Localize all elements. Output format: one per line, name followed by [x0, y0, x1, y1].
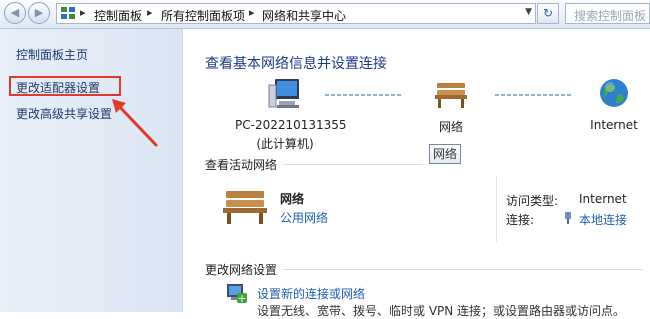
- ethernet-icon: [565, 212, 571, 224]
- control-panel-icon: [61, 7, 75, 19]
- computer-sub: (此计算机): [256, 137, 314, 151]
- setup-new-connection-link[interactable]: 设置新的连接或网络: [257, 285, 365, 302]
- sidebar: 控制面板主页 更改适配器设置 更改高级共享设置: [0, 29, 183, 312]
- computer-name: PC-202210131355: [235, 118, 347, 132]
- address-toolbar: ◀ ▶ ▸ 控制面板 ▸ 所有控制面板项 ▸ 网络和共享中心 ▼ ↻ 搜索控制面…: [0, 0, 650, 29]
- access-type-label: 访问类型:: [506, 194, 559, 208]
- divider: [496, 176, 497, 242]
- bench-icon: [223, 191, 267, 224]
- breadcrumb-network-center[interactable]: 网络和共享中心: [262, 7, 346, 24]
- computer-icon[interactable]: [267, 77, 303, 111]
- address-field[interactable]: ▸ 控制面板 ▸ 所有控制面板项 ▸ 网络和共享中心 ▼: [56, 3, 536, 24]
- back-button[interactable]: ◀: [4, 2, 26, 24]
- new-connection-icon[interactable]: +: [223, 282, 249, 306]
- active-network-name: 网络: [280, 192, 305, 206]
- globe-icon[interactable]: [598, 77, 630, 109]
- internet-label: Internet: [590, 118, 638, 132]
- sidebar-item-advanced-sharing[interactable]: 更改高级共享设置: [16, 105, 112, 122]
- breadcrumb-all-items[interactable]: 所有控制面板项: [161, 7, 245, 24]
- network-type-link[interactable]: 公用网络: [280, 209, 328, 226]
- forward-button[interactable]: ▶: [28, 2, 50, 24]
- network-label: 网络: [438, 120, 463, 134]
- heading-rule: [283, 164, 423, 165]
- tooltip: 网络: [429, 144, 462, 164]
- change-settings-heading: 更改网络设置: [205, 263, 278, 277]
- connection-line: [325, 94, 401, 96]
- highlight-box: [9, 76, 121, 96]
- setup-description: 设置无线、宽带、拨号、临时或 VPN 连接；或设置路由器或访问点。: [257, 304, 626, 318]
- sidebar-item-home[interactable]: 控制面板主页: [16, 46, 88, 63]
- heading-rule: [283, 269, 643, 270]
- local-connection-link[interactable]: 本地连接: [579, 211, 627, 228]
- search-input[interactable]: 搜索控制面板: [565, 3, 650, 24]
- connection-label: 连接:: [506, 213, 535, 227]
- breadcrumb-control-panel[interactable]: 控制面板: [94, 7, 142, 24]
- connection-line: [495, 94, 571, 96]
- red-arrow-annotation: [112, 99, 158, 147]
- active-networks-heading: 查看活动网络: [205, 158, 278, 172]
- svg-text:+: +: [237, 292, 246, 305]
- bench-icon[interactable]: [433, 79, 469, 109]
- access-type-value: Internet: [579, 192, 627, 206]
- breadcrumb-separator[interactable]: ▸: [249, 6, 255, 19]
- refresh-button[interactable]: ↻: [537, 3, 559, 24]
- main-content: 查看基本网络信息并设置连接 PC-202210131355 (此计算机) 网络 …: [183, 29, 650, 318]
- breadcrumb-separator[interactable]: ▸: [80, 6, 86, 19]
- search-placeholder: 搜索控制面板: [574, 9, 647, 23]
- chevron-down-icon[interactable]: ▼: [525, 7, 532, 17]
- breadcrumb-separator[interactable]: ▸: [147, 6, 153, 19]
- page-title: 查看基本网络信息并设置连接: [205, 56, 387, 72]
